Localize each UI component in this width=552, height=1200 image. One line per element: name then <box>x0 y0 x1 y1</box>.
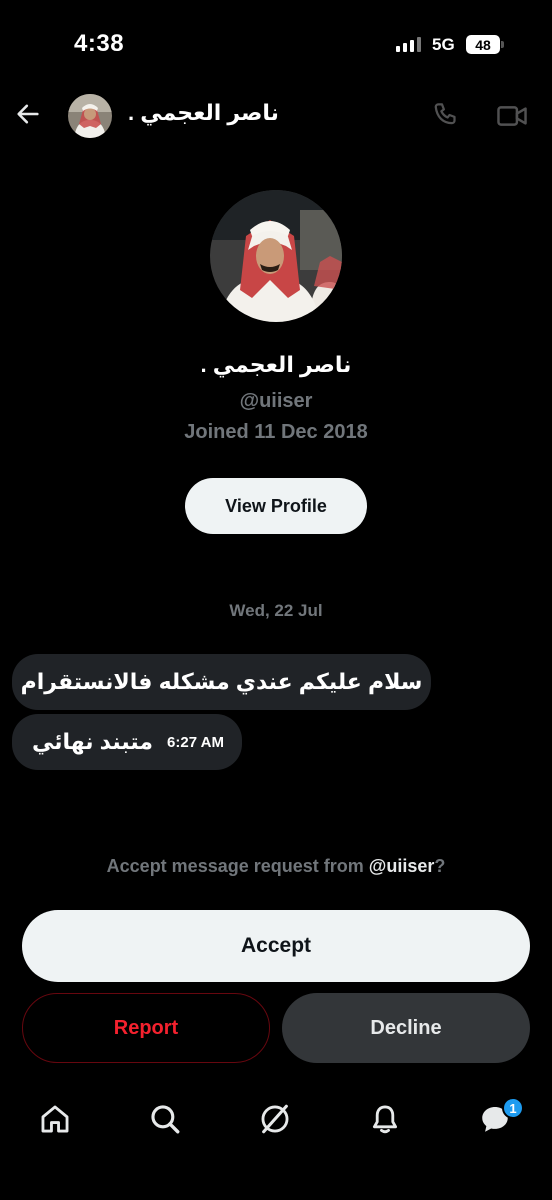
profile-handle: @uiiser <box>239 390 313 412</box>
message-text: سلام عليكم عندي مشكله فالانستقرام <box>20 669 423 694</box>
back-arrow-icon[interactable] <box>14 100 42 128</box>
report-button[interactable]: Report <box>22 993 270 1063</box>
messages-badge: 1 <box>502 1097 524 1119</box>
profile-joined-date: Joined 11 Dec 2018 <box>184 421 368 443</box>
request-prefix: Accept message request from <box>106 856 369 876</box>
accept-button[interactable]: Accept <box>22 910 530 982</box>
battery-tip <box>501 41 504 48</box>
search-icon[interactable] <box>148 1102 182 1136</box>
phone-icon[interactable] <box>430 100 460 130</box>
network-label: 5G <box>432 35 455 54</box>
header-name[interactable]: ناصر العجمي . <box>128 100 279 126</box>
message-bubble[interactable]: سلام عليكم عندي مشكله فالانستقرام <box>12 654 431 710</box>
request-suffix: ? <box>434 856 446 876</box>
request-handle: @uiiser <box>368 856 435 876</box>
profile-avatar[interactable] <box>210 190 342 322</box>
profile-name-text: ناصر العجمي . <box>200 352 352 377</box>
message-bubble[interactable]: متبند نهائي 6:27 AM <box>12 714 242 770</box>
notifications-icon[interactable] <box>368 1102 402 1136</box>
message-request-prompt: Accept message request from @uiiser? <box>0 856 552 877</box>
message-timestamp: 6:27 AM <box>167 733 224 751</box>
view-profile-button[interactable]: View Profile <box>185 478 367 534</box>
decline-button[interactable]: Decline <box>282 993 530 1063</box>
header-avatar[interactable] <box>68 94 112 138</box>
signal-icon <box>396 36 421 52</box>
grok-icon[interactable] <box>258 1102 292 1136</box>
video-call-icon[interactable] <box>496 102 528 130</box>
profile-name: ناصر العجمي . <box>0 352 552 378</box>
date-separator: Wed, 22 Jul <box>229 601 323 620</box>
home-icon[interactable] <box>38 1102 72 1136</box>
battery-icon: 48 <box>466 35 500 54</box>
message-text: متبند نهائي <box>32 729 153 754</box>
status-time: 4:38 <box>74 30 125 57</box>
